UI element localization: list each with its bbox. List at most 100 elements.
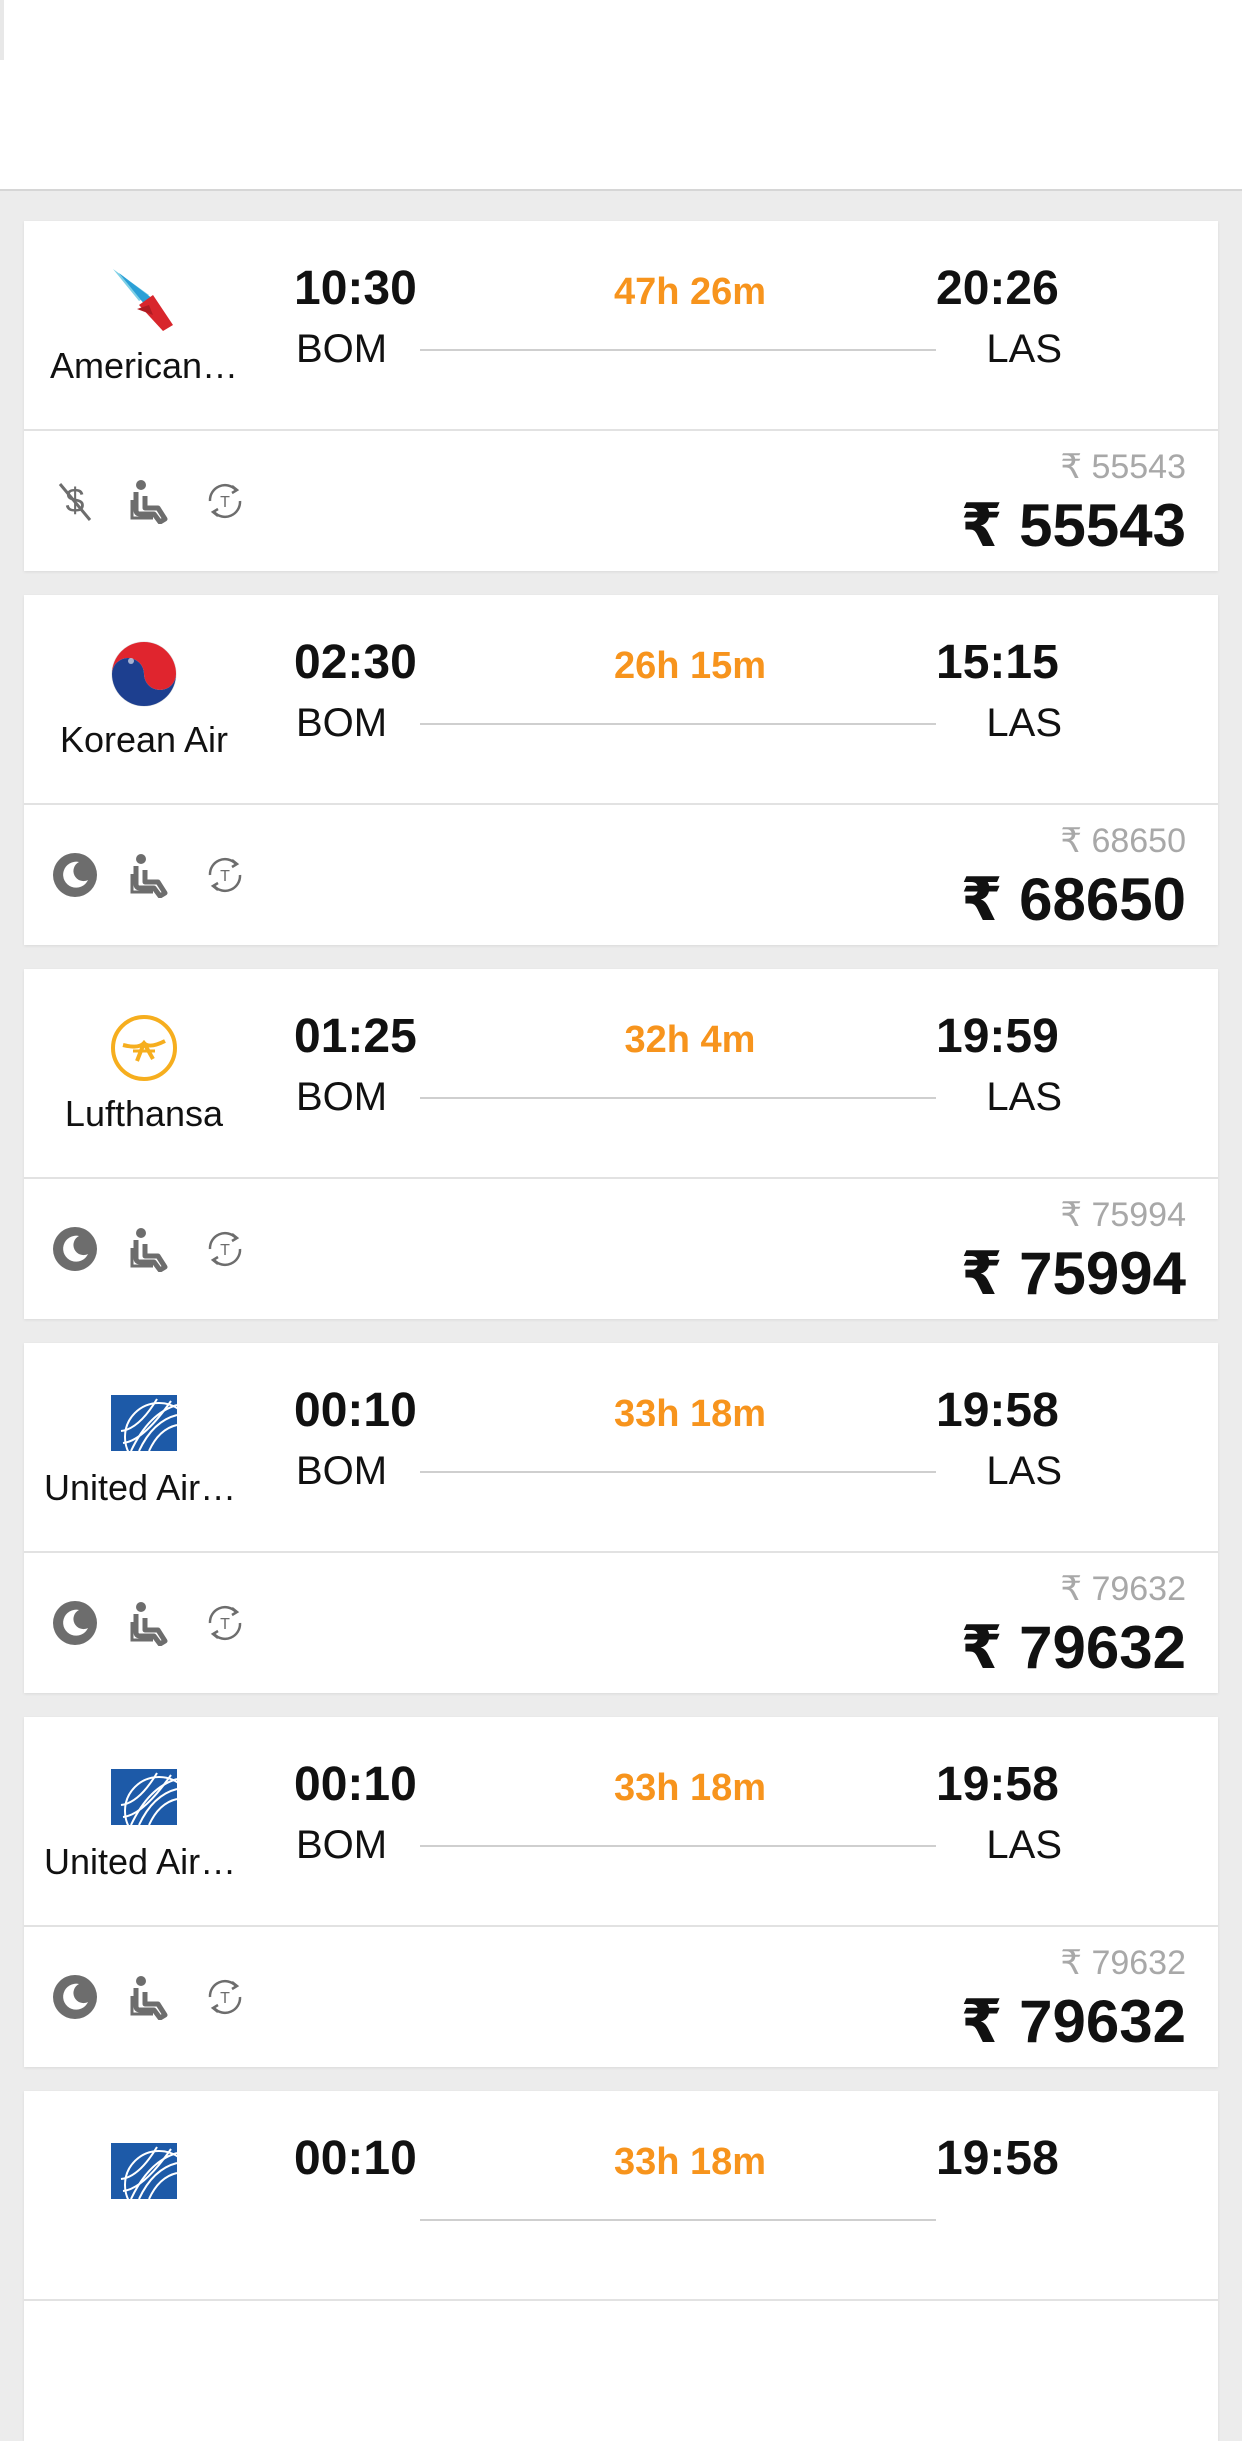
- route-line: [420, 1097, 936, 1099]
- flight-duration: 26h 15m: [613, 645, 767, 687]
- seat-icon: [127, 1600, 173, 1646]
- airline-name: Korean Air: [59, 719, 229, 760]
- route-line: [420, 349, 936, 351]
- feature-icons: T: [52, 1223, 277, 1275]
- flight-card[interactable]: United Airl… 00:10 BOM 33h 18m 19:58 LAS…: [24, 1717, 1218, 2067]
- united-airlines-logo-icon: [109, 2135, 194, 2220]
- svg-text:T: T: [220, 1616, 230, 1633]
- flight-duration: 33h 18m: [613, 1767, 767, 1809]
- price: ₹ 79632: [960, 1614, 1186, 1681]
- non-refundable-icon: $: [52, 478, 98, 524]
- departure-time: 02:30: [294, 636, 417, 689]
- arrival-time: 19:59: [936, 1010, 1059, 1063]
- seat-icon: [127, 852, 173, 898]
- departure-airport: BOM: [296, 701, 388, 745]
- original-price: ₹ 55543: [1060, 448, 1186, 486]
- airline-name: American…: [49, 345, 239, 386]
- korean-air-logo-icon: [109, 639, 179, 709]
- departure-airport: BOM: [296, 1075, 388, 1119]
- svg-text:T: T: [220, 1242, 230, 1259]
- arrival-airport: LAS: [986, 701, 1062, 745]
- overnight-moon-icon: [52, 1600, 98, 1646]
- departure-airport: BOM: [296, 327, 388, 371]
- arrival-airport: LAS: [986, 1449, 1062, 1493]
- transit-icon: T: [202, 478, 248, 524]
- departure-time: 00:10: [294, 1384, 417, 1437]
- flight-summary: United Airl… 00:10 BOM 33h 18m 19:58 LAS: [24, 1717, 1218, 1927]
- seat-icon: [127, 1226, 173, 1272]
- feature-icons: $T: [52, 475, 277, 527]
- original-price: ₹ 79632: [1060, 1944, 1186, 1982]
- airline-info: United Airl…: [44, 1387, 244, 1509]
- route-line: [420, 1471, 936, 1473]
- flight-card[interactable]: Lufthansa 01:25 BOM 32h 4m 19:59 LAS T ₹…: [24, 969, 1218, 1319]
- feature-icons: T: [52, 1971, 277, 2023]
- departure-airport: BOM: [296, 1823, 388, 1867]
- price: ₹ 75994: [960, 1240, 1186, 1307]
- departure-time: 00:10: [294, 1758, 417, 1811]
- airline-name: Lufthansa: [64, 1093, 224, 1134]
- top-app-bar: [0, 0, 1242, 191]
- svg-text:T: T: [220, 868, 230, 885]
- seat-icon: [127, 478, 173, 524]
- united-airlines-logo-icon: [109, 1761, 194, 1846]
- status-indicator: [0, 0, 4, 60]
- flight-duration: 47h 26m: [613, 271, 767, 313]
- departure-airport: BOM: [296, 1449, 388, 1493]
- price: ₹ 55543: [960, 492, 1186, 559]
- svg-text:T: T: [220, 494, 230, 511]
- flight-summary: Korean Air 02:30 BOM 26h 15m 15:15 LAS: [24, 595, 1218, 805]
- arrival-airport: LAS: [986, 327, 1062, 371]
- flight-duration: 33h 18m: [613, 2141, 767, 2183]
- transit-icon: T: [202, 1974, 248, 2020]
- departure-time: 01:25: [294, 1010, 417, 1063]
- departure-time: 10:30: [294, 262, 417, 315]
- transit-icon: T: [202, 1226, 248, 1272]
- arrival-time: 19:58: [936, 1384, 1059, 1437]
- lufthansa-logo-icon: [109, 1013, 179, 1083]
- route-line: [420, 1845, 936, 1847]
- airline-name: United Airl…: [44, 1841, 244, 1882]
- original-price: ₹ 75994: [1060, 1196, 1186, 1234]
- arrival-time: 20:26: [936, 262, 1059, 315]
- flight-duration: 33h 18m: [613, 1393, 767, 1435]
- arrival-airport: LAS: [986, 1075, 1062, 1119]
- departure-time: 00:10: [294, 2132, 417, 2185]
- price: ₹ 79632: [960, 1988, 1186, 2055]
- arrival-time: 19:58: [936, 2132, 1059, 2185]
- arrival-time: 19:58: [936, 1758, 1059, 1811]
- flight-summary: United Airl… 00:10 BOM 33h 18m 19:58 LAS: [24, 1343, 1218, 1553]
- arrival-airport: LAS: [986, 1823, 1062, 1867]
- american-airlines-logo-icon: [109, 265, 179, 335]
- feature-icons: T: [52, 1597, 277, 1649]
- original-price: ₹ 79632: [1060, 1570, 1186, 1608]
- flight-summary: 00:10 33h 18m 19:58: [24, 2091, 1218, 2301]
- airline-info: Lufthansa: [44, 1013, 244, 1135]
- airline-info: American…: [44, 265, 244, 387]
- svg-text:T: T: [220, 1990, 230, 2007]
- airline-info: [44, 2135, 244, 2220]
- seat-icon: [127, 1974, 173, 2020]
- flight-card[interactable]: American… 10:30 BOM 47h 26m 20:26 LAS $T…: [24, 221, 1218, 571]
- price: ₹ 68650: [960, 866, 1186, 933]
- airline-name: United Airl…: [44, 1467, 244, 1508]
- flight-duration: 32h 4m: [624, 1019, 756, 1061]
- transit-icon: T: [202, 852, 248, 898]
- overnight-moon-icon: [52, 1226, 98, 1272]
- route-line: [420, 2219, 936, 2221]
- arrival-time: 15:15: [936, 636, 1059, 689]
- overnight-moon-icon: [52, 852, 98, 898]
- flight-summary: American… 10:30 BOM 47h 26m 20:26 LAS: [24, 221, 1218, 431]
- airline-info: Korean Air: [44, 639, 244, 761]
- flight-card[interactable]: Korean Air 02:30 BOM 26h 15m 15:15 LAS T…: [24, 595, 1218, 945]
- transit-icon: T: [202, 1600, 248, 1646]
- route-line: [420, 723, 936, 725]
- flight-card[interactable]: United Airl… 00:10 BOM 33h 18m 19:58 LAS…: [24, 1343, 1218, 1693]
- united-airlines-logo-icon: [109, 1387, 194, 1472]
- flight-summary: Lufthansa 01:25 BOM 32h 4m 19:59 LAS: [24, 969, 1218, 1179]
- feature-icons: T: [52, 849, 277, 901]
- flight-card[interactable]: 00:10 33h 18m 19:58: [24, 2091, 1218, 2441]
- original-price: ₹ 68650: [1060, 822, 1186, 860]
- airline-info: United Airl…: [44, 1761, 244, 1883]
- overnight-moon-icon: [52, 1974, 98, 2020]
